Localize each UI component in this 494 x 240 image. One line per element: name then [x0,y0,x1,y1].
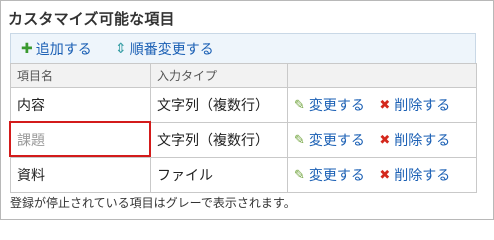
edit-item-label: 変更する [308,98,365,114]
plus-icon: ✚ [21,41,33,57]
table-row: 内容 文字列（複数行） ✎ 変更する ✖ 削除する [10,87,477,123]
edit-item-label: 変更する [308,133,365,149]
item-type: 文字列（複数行） [150,122,288,158]
delete-item-button[interactable]: ✖ 削除する [379,95,450,115]
column-header-actions [287,63,477,88]
item-type: ファイル [150,157,288,193]
item-name: 資料 [10,157,151,193]
reorder-items-label: 順番変更する [129,42,214,58]
section-title: カスタマイズ可能な項目 [8,10,175,28]
table-row: 課題 文字列（複数行） ✎ 変更する ✖ 削除する [10,122,477,158]
item-type: 文字列（複数行） [150,87,288,123]
edit-item-button[interactable]: ✎ 変更する [294,165,365,185]
x-icon: ✖ [379,132,391,148]
column-header-type: 入力タイプ [150,63,288,88]
pencil-icon: ✎ [294,167,305,183]
add-item-button[interactable]: ✚ 追加する [21,39,92,59]
item-actions: ✎ 変更する ✖ 削除する [287,157,477,193]
x-icon: ✖ [379,97,391,113]
item-actions: ✎ 変更する ✖ 削除する [287,122,477,158]
delete-item-button[interactable]: ✖ 削除する [379,130,450,150]
delete-item-label: 削除する [394,168,451,184]
item-name: 課題 [10,122,151,158]
items-table: 項目名 入力タイプ 内容 文字列（複数行） ✎ 変更する ✖ 削除する 課題 文… [10,63,477,193]
sort-arrows-icon: ⇕ [115,41,127,57]
reorder-items-button[interactable]: ⇕ 順番変更する [115,39,214,59]
add-item-label: 追加する [35,42,92,58]
toolbar: ✚ 追加する ⇕ 順番変更する [10,33,476,63]
item-actions: ✎ 変更する ✖ 削除する [287,87,477,123]
column-header-name: 項目名 [10,63,151,88]
delete-item-label: 削除する [394,133,451,149]
edit-item-button[interactable]: ✎ 変更する [294,95,365,115]
delete-item-label: 削除する [394,98,451,114]
edit-item-button[interactable]: ✎ 変更する [294,130,365,150]
table-row: 資料 ファイル ✎ 変更する ✖ 削除する [10,157,477,193]
item-name: 内容 [10,87,151,123]
delete-item-button[interactable]: ✖ 削除する [379,165,450,185]
edit-item-label: 変更する [308,168,365,184]
table-header-row: 項目名 入力タイプ [10,63,477,88]
pencil-icon: ✎ [294,132,305,148]
x-icon: ✖ [379,167,391,183]
pencil-icon: ✎ [294,97,305,113]
footer-note: 登録が停止されている項目はグレーで表示されます。 [10,196,296,210]
